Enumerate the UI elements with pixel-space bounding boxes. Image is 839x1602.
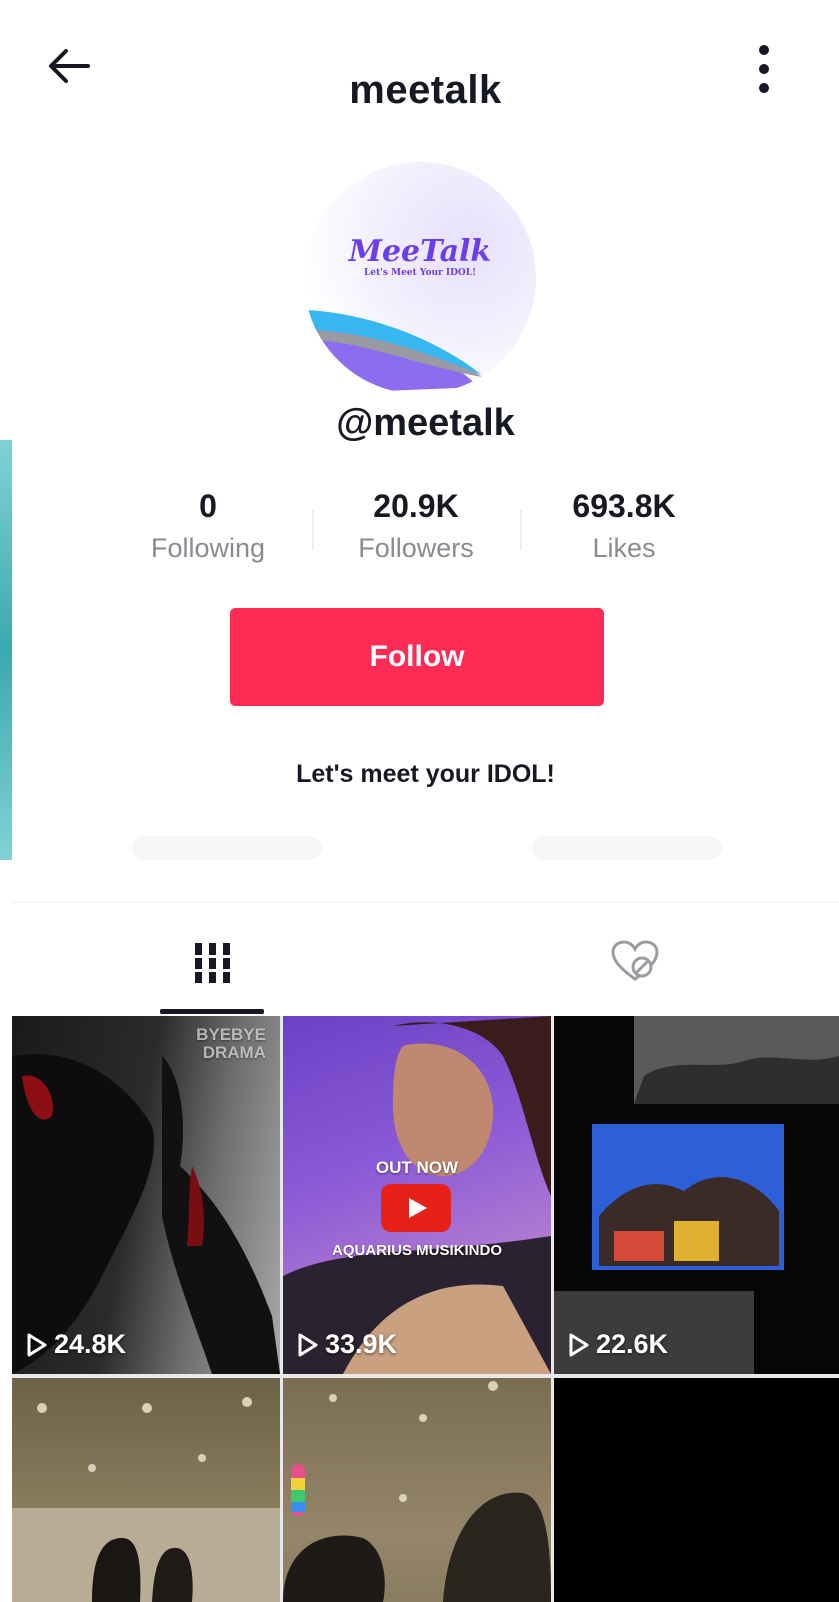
avatar[interactable]: MeeTalk Let's Meet Your IDOL! — [304, 162, 536, 394]
profile-bio: Let's meet your IDOL! — [296, 760, 555, 788]
tab-selected-indicator — [160, 1009, 264, 1014]
followers-label: Followers — [358, 533, 474, 563]
bio-link-placeholder — [532, 836, 722, 860]
profile-stats: 0 Following 20.9K Followers 693.8K Likes — [12, 488, 839, 578]
tab-liked[interactable] — [425, 903, 838, 1017]
following-stat[interactable]: 0 Following — [98, 488, 318, 564]
video-image — [12, 1397, 280, 1602]
video-image — [12, 1054, 280, 1374]
video-thumbnail[interactable]: BYEBYE DRAMA 24.8K — [12, 1016, 280, 1374]
view-count-text: 24.8K — [54, 1329, 127, 1359]
video-thumbnail[interactable] — [283, 1378, 551, 1602]
view-count: 22.6K — [568, 1329, 668, 1360]
video-image — [554, 1016, 839, 1374]
youtube-play-icon — [381, 1184, 451, 1232]
view-count-text: 22.6K — [596, 1329, 669, 1359]
logo-text: MeeTalk — [348, 234, 492, 269]
video-thumbnail[interactable]: OUT NOW AQUARIUS MUSIKINDO 33.9K — [283, 1016, 551, 1374]
meetalk-logo — [304, 310, 482, 394]
videos-grid-icon — [193, 943, 233, 983]
tab-videos[interactable] — [12, 903, 425, 1017]
video-thumbnail[interactable] — [554, 1378, 839, 1602]
video-thumbnail[interactable] — [12, 1378, 280, 1602]
view-count: 33.9K — [297, 1329, 397, 1360]
video-overlay-title: BYEBYE DRAMA — [196, 1025, 266, 1062]
likes-count: 693.8K — [572, 488, 676, 524]
likes-stat: 693.8K Likes — [514, 488, 734, 564]
video-image — [283, 1381, 551, 1602]
left-edge-decoration — [0, 0, 12, 1602]
video-grid: BYEBYE DRAMA 24.8K OUT NOW AQUARIUS MUSI… — [12, 1016, 839, 1602]
following-label: Following — [150, 533, 266, 563]
following-count: 0 — [199, 488, 217, 524]
video-overlay-bottom: AQUARIUS MUSIKINDO — [331, 1242, 502, 1259]
view-count-text: 33.9K — [325, 1329, 398, 1359]
play-icon — [27, 1333, 47, 1356]
liked-videos-hidden-icon — [611, 940, 659, 981]
page-title: meetalk — [349, 68, 502, 112]
followers-count: 20.9K — [373, 488, 459, 524]
view-count: 24.8K — [26, 1329, 126, 1360]
more-vertical-icon — [759, 45, 769, 93]
followers-stat[interactable]: 20.9K Followers — [306, 488, 526, 564]
username-handle: @meetalk — [336, 402, 515, 444]
play-icon — [298, 1333, 318, 1356]
more-options-button[interactable] — [744, 36, 784, 106]
video-overlay-top: OUT NOW — [375, 1158, 459, 1177]
top-bar: meetalk — [12, 0, 839, 130]
profile-screen: meetalk MeeTalk Let's Meet Your IDOL! @m… — [12, 0, 839, 1602]
likes-label: Likes — [592, 533, 656, 563]
play-icon — [569, 1333, 589, 1356]
bio-link-placeholder — [132, 836, 322, 860]
content-tabs — [12, 902, 839, 1017]
video-thumbnail[interactable]: 22.6K — [554, 1016, 839, 1374]
follow-button[interactable]: Follow — [230, 608, 604, 706]
logo-tagline: Let's Meet Your IDOL! — [363, 268, 477, 278]
